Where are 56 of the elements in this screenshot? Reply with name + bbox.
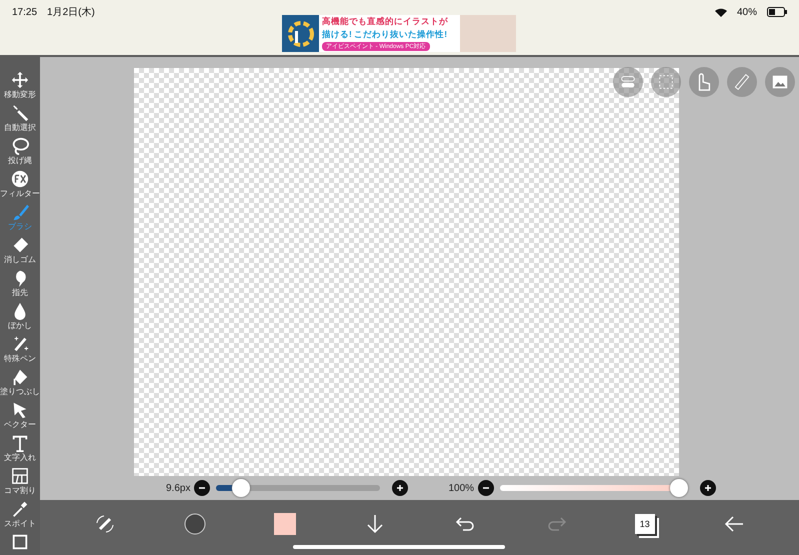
illustration-placeholder (460, 15, 516, 52)
picture-icon (771, 73, 789, 91)
move-arrows-icon (11, 71, 29, 89)
bucket-icon (11, 368, 29, 386)
tool-button[interactable]: 指先 (11, 269, 29, 302)
decrease-button[interactable] (194, 480, 210, 496)
layers-button[interactable]: 13 (634, 514, 655, 534)
tool-button[interactable]: 塗りつぶし (0, 368, 40, 401)
status-date: 1月2日(木) (47, 6, 95, 19)
magic-wand-icon (11, 104, 29, 122)
image-button[interactable] (765, 67, 795, 97)
tool-button[interactable]: フィルター (0, 170, 40, 203)
ad-subline: 描ける! こだわり抜いた操作性! (322, 29, 448, 41)
tool-button[interactable]: 消しゴム (4, 236, 36, 269)
pen-arrows-icon (94, 512, 116, 535)
selection-button[interactable] (651, 67, 681, 97)
increase-button[interactable] (392, 480, 408, 496)
brush-circle-icon (184, 512, 206, 535)
opacity-reading: 100% (448, 482, 474, 494)
tool-button[interactable]: 文字入れ (4, 434, 36, 467)
tool-button[interactable]: コマ割り (4, 467, 36, 500)
tool-button[interactable]: スポイト (4, 500, 36, 533)
ruler-icon (733, 73, 751, 91)
brush-icon (11, 203, 29, 221)
panel-grid-icon (11, 467, 29, 485)
frame-icon[interactable] (11, 533, 29, 551)
brush-size-reading: 9.6px (166, 482, 190, 494)
text-t-icon (11, 434, 29, 452)
ad-headline: 高機能でも直感的にイラストが (322, 16, 449, 28)
tool-button[interactable]: 移動変形 (4, 71, 36, 104)
tool-button[interactable]: 自動選択 (4, 104, 36, 137)
increase-button[interactable] (700, 480, 716, 496)
brush-preview-button[interactable] (184, 512, 206, 535)
ruler-button[interactable] (727, 67, 757, 97)
touch-button[interactable] (689, 67, 719, 97)
tool-button[interactable]: ぼかし (8, 302, 32, 335)
brush-swap-button[interactable] (94, 512, 116, 535)
battery-percent: 40% (736, 6, 757, 18)
status-time: 17:25 (12, 6, 38, 18)
plus-icon (703, 483, 714, 494)
tool-button[interactable]: 特殊ペン (4, 335, 36, 368)
plus-icon (395, 483, 406, 494)
eyedropper-icon (11, 500, 29, 518)
cursor-icon (11, 401, 29, 419)
color-wheel-logo-icon (288, 20, 314, 46)
decrease-button[interactable] (478, 480, 494, 496)
toggle-button[interactable] (613, 67, 643, 97)
wifi-icon (714, 8, 727, 16)
dashed-square-icon (657, 73, 675, 91)
color-swatch[interactable] (274, 512, 296, 535)
tool-button[interactable]: ベクター (4, 401, 36, 434)
battery-icon (767, 7, 787, 17)
fx-icon (11, 170, 29, 188)
tool-button[interactable]: 投げ縄 (8, 137, 32, 170)
lasso-icon (11, 137, 29, 155)
eraser-icon (11, 236, 29, 254)
